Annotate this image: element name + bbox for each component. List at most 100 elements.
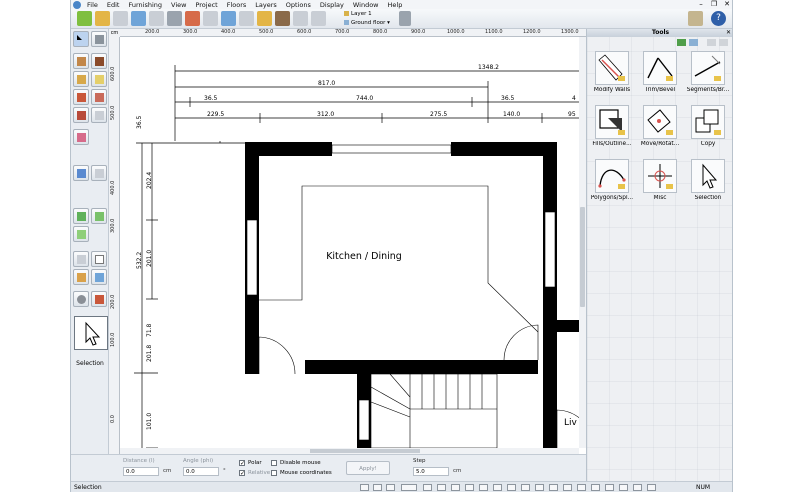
render-3d-icon[interactable] <box>275 11 290 26</box>
print-icon[interactable] <box>167 11 182 26</box>
floor-overlay-icon[interactable] <box>619 484 628 491</box>
restore-button[interactable]: ❐ <box>708 0 720 9</box>
print-preview-icon[interactable] <box>185 11 200 26</box>
tools-pin-icon[interactable] <box>707 39 716 46</box>
undo-icon[interactable] <box>113 11 128 26</box>
ceiling-tool-icon[interactable] <box>91 71 107 87</box>
vertical-scroll-thumb[interactable] <box>580 207 585 307</box>
menu-edit[interactable]: Edit <box>107 1 120 9</box>
menu-help[interactable]: Help <box>388 1 403 9</box>
building-icon[interactable] <box>257 11 272 26</box>
materials-tool-icon[interactable] <box>73 291 89 307</box>
layer-select[interactable]: Layer 1 <box>343 10 395 18</box>
step-input[interactable]: 5.0 <box>413 467 449 476</box>
menu-project[interactable]: Project <box>195 1 217 9</box>
catalog-icon[interactable] <box>311 11 326 26</box>
menu-layers[interactable]: Layers <box>255 1 277 9</box>
floor-select[interactable]: Ground floor ▾ <box>343 19 395 27</box>
texture-icon[interactable] <box>521 484 530 491</box>
plant-tool-icon[interactable] <box>91 208 107 224</box>
zoom-slider-icon[interactable] <box>401 484 417 491</box>
apply-button[interactable]: Apply! <box>346 461 390 475</box>
tool-misc[interactable]: Misc <box>637 159 683 205</box>
tools-view-list-icon[interactable] <box>677 39 686 46</box>
settings-icon[interactable] <box>577 484 586 491</box>
refresh-icon[interactable] <box>131 11 146 26</box>
tool-fills-outline[interactable]: Fills/Outline... <box>589 105 635 151</box>
info-icon[interactable] <box>647 484 656 491</box>
tool-move-rotate[interactable]: Move/Rotat... <box>637 105 683 151</box>
camera-tool-icon[interactable] <box>73 165 89 181</box>
cut-icon[interactable] <box>149 11 164 26</box>
door-tool-icon[interactable] <box>91 53 107 69</box>
dimensions-visibility-icon[interactable] <box>465 484 474 491</box>
floor-plan[interactable]: 1348.2 817.0 36.5 744.0 36.5 4 229.5 312… <box>120 37 580 448</box>
window-tool-icon[interactable] <box>91 89 107 105</box>
tools-options-icon[interactable] <box>719 39 728 46</box>
object-tool-icon[interactable] <box>91 291 107 307</box>
pencil-tool-icon[interactable] <box>73 269 89 285</box>
render-mode-icon[interactable] <box>437 484 446 491</box>
print-area-icon[interactable] <box>549 484 558 491</box>
selection-tool-button[interactable] <box>74 316 108 350</box>
menu-window[interactable]: Window <box>353 1 379 9</box>
tool-segments[interactable]: Segments/Br... <box>685 51 731 97</box>
snap-object-icon[interactable] <box>360 484 369 491</box>
tools-view-grid-icon[interactable] <box>689 39 698 46</box>
floor-tool-icon[interactable] <box>73 71 89 87</box>
new-project-icon[interactable] <box>77 11 92 26</box>
terrain-tool-icon[interactable] <box>73 208 89 224</box>
pointer-tool-icon[interactable] <box>73 31 89 47</box>
text-tool-icon[interactable] <box>91 251 107 267</box>
menu-options[interactable]: Options <box>286 1 311 9</box>
line-tool-icon[interactable] <box>91 269 107 285</box>
close-button[interactable]: ✕ <box>721 0 732 9</box>
camera-view-icon[interactable] <box>535 484 544 491</box>
viewpoint-tool-icon[interactable] <box>91 165 107 181</box>
grid-overlay-icon[interactable] <box>633 484 642 491</box>
zoom-out-icon[interactable] <box>221 11 236 26</box>
relative-checkbox[interactable]: ✓ <box>239 470 245 477</box>
minimize-button[interactable]: – <box>695 0 707 9</box>
library-icon[interactable] <box>688 11 703 26</box>
open-folder-icon[interactable] <box>95 11 110 26</box>
horizontal-scroll-thumb[interactable] <box>310 449 420 453</box>
disable-mouse-checkbox[interactable] <box>271 460 277 466</box>
angle-input[interactable]: 0.0 <box>183 467 219 476</box>
menu-furnishing[interactable]: Furnishing <box>128 1 162 9</box>
walls-visibility-icon[interactable] <box>451 484 460 491</box>
shadow-icon[interactable] <box>605 484 614 491</box>
distance-input[interactable]: 0.0 <box>123 467 159 476</box>
roof-tool-icon[interactable] <box>73 107 89 123</box>
tool-copy[interactable]: Copy <box>685 105 731 151</box>
tools-panel-close-icon[interactable]: ✕ <box>726 29 731 37</box>
menu-floors[interactable]: Floors <box>227 1 247 9</box>
dimension-tool-icon[interactable] <box>73 251 89 267</box>
tool-modify-walls[interactable]: Modify Walls <box>589 51 635 97</box>
stairs-tool-icon[interactable] <box>73 89 89 105</box>
tool-selection[interactable]: Selection <box>685 159 731 205</box>
mouse-coordinates-checkbox[interactable] <box>271 470 277 476</box>
camera-icon[interactable] <box>399 11 411 26</box>
menu-file[interactable]: File <box>87 1 98 9</box>
path-tool-icon[interactable] <box>73 226 89 242</box>
ortho-icon[interactable] <box>386 484 395 491</box>
wireframe-icon[interactable] <box>591 484 600 491</box>
wall-tool-icon[interactable] <box>73 53 89 69</box>
vertical-scrollbar[interactable] <box>579 37 586 448</box>
furniture-visibility-icon[interactable] <box>479 484 488 491</box>
dormer-tool-icon[interactable] <box>91 107 107 123</box>
menu-view[interactable]: View <box>171 1 186 9</box>
lighting-icon[interactable] <box>507 484 516 491</box>
zoom-in-icon[interactable] <box>203 11 218 26</box>
layer-visibility-icon[interactable] <box>423 484 432 491</box>
menu-display[interactable]: Display <box>320 1 344 9</box>
measure-icon[interactable] <box>293 11 308 26</box>
help-icon[interactable]: ? <box>711 11 726 26</box>
tool-polygons-spline[interactable]: Polygons/Spl... <box>589 159 635 205</box>
furniture-tool-icon[interactable] <box>73 129 89 145</box>
measure-toggle-icon[interactable] <box>563 484 572 491</box>
snap-grid-icon[interactable] <box>373 484 382 491</box>
terrain-visibility-icon[interactable] <box>493 484 502 491</box>
pan-tool-icon[interactable] <box>91 31 107 47</box>
